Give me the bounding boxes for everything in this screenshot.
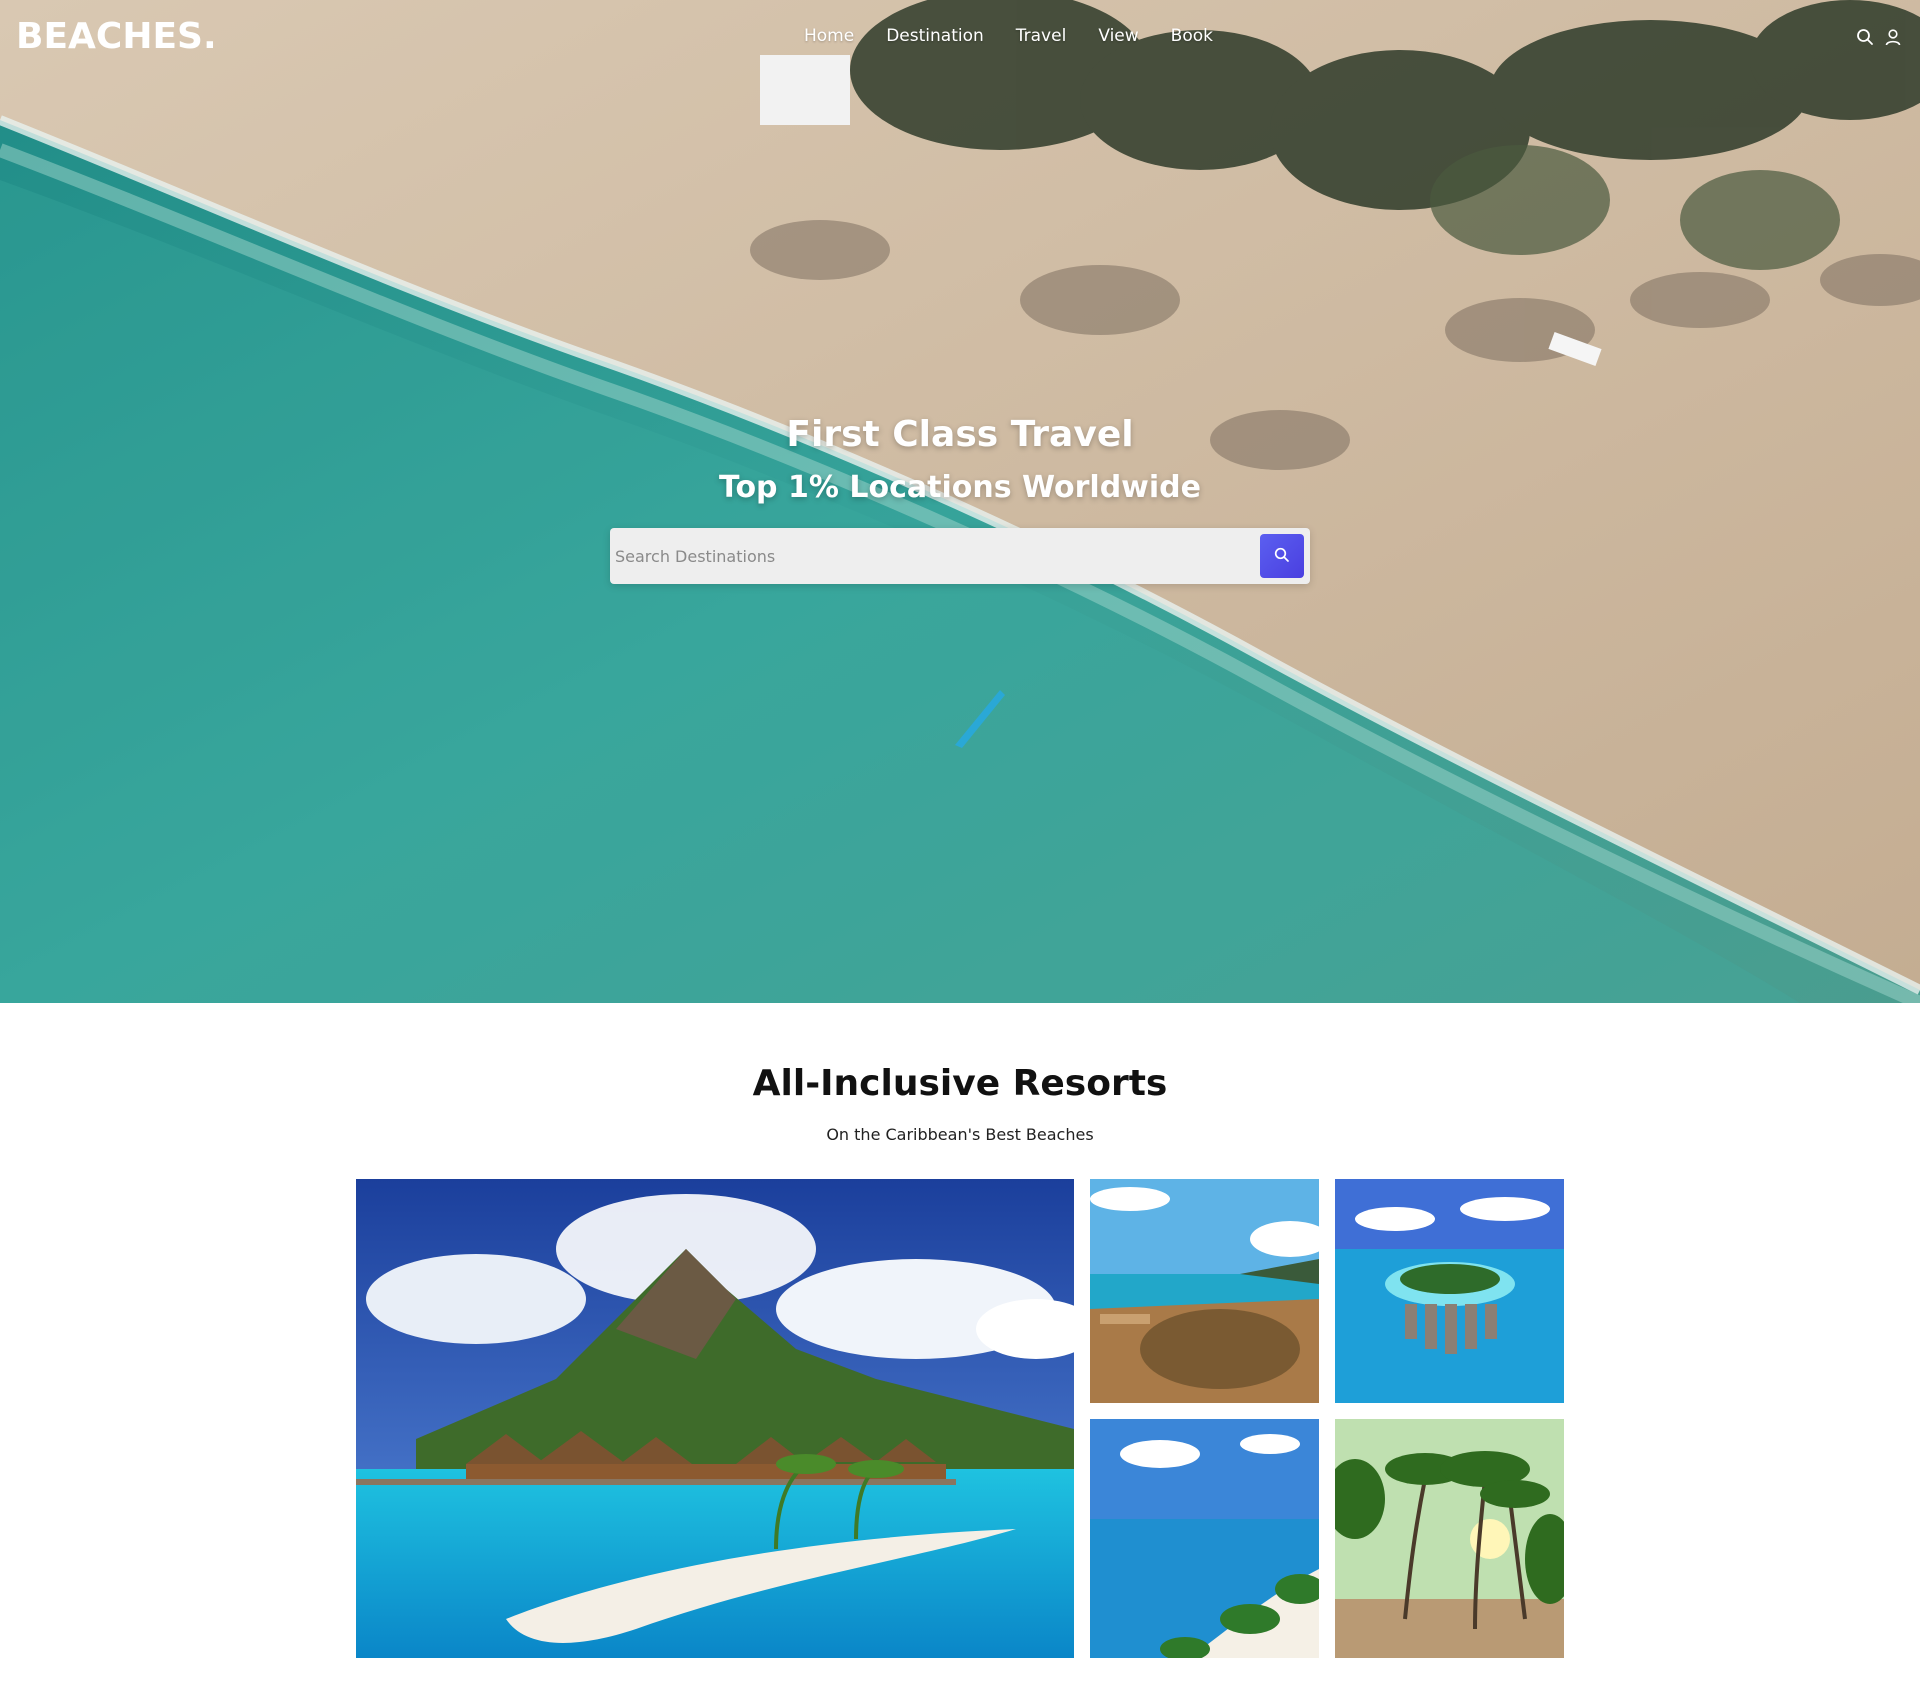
section-title: All-Inclusive Resorts xyxy=(752,1063,1168,1104)
nav-icons xyxy=(1856,28,1902,46)
hero-title: First Class Travel xyxy=(786,414,1134,455)
destination-search xyxy=(610,528,1310,584)
section-subtitle: On the Caribbean's Best Beaches xyxy=(826,1125,1094,1144)
search-icon[interactable] xyxy=(1856,28,1874,46)
island-resort-aerial-photo[interactable] xyxy=(1335,1179,1564,1403)
search-input[interactable] xyxy=(610,528,1250,584)
resorts-section: All-Inclusive Resorts On the Caribbean's… xyxy=(0,1003,1920,1689)
nav-destination[interactable]: Destination xyxy=(886,26,984,46)
search-button[interactable] xyxy=(1260,534,1304,578)
nav-book[interactable]: Book xyxy=(1171,26,1213,46)
search-icon xyxy=(1274,547,1290,566)
nav-travel[interactable]: Travel xyxy=(1016,26,1067,46)
nav-home[interactable]: Home xyxy=(804,26,854,46)
palm-trees-beach-photo[interactable] xyxy=(1335,1419,1564,1658)
hero-section: BEACHES. Home Destination Travel View Bo… xyxy=(0,0,1920,1003)
hero-subtitle: Top 1% Locations Worldwide xyxy=(718,470,1202,505)
site-logo[interactable]: BEACHES. xyxy=(16,16,217,57)
user-icon[interactable] xyxy=(1884,28,1902,46)
beach-coast-aerial-photo[interactable] xyxy=(1090,1419,1319,1658)
top-navigation: BEACHES. Home Destination Travel View Bo… xyxy=(0,0,1920,78)
nav-links: Home Destination Travel View Book xyxy=(804,26,1245,46)
overwater-bungalows-mountain-photo[interactable] xyxy=(356,1179,1074,1658)
nav-view[interactable]: View xyxy=(1098,26,1138,46)
coastline-aerial-photo[interactable] xyxy=(1090,1179,1319,1403)
